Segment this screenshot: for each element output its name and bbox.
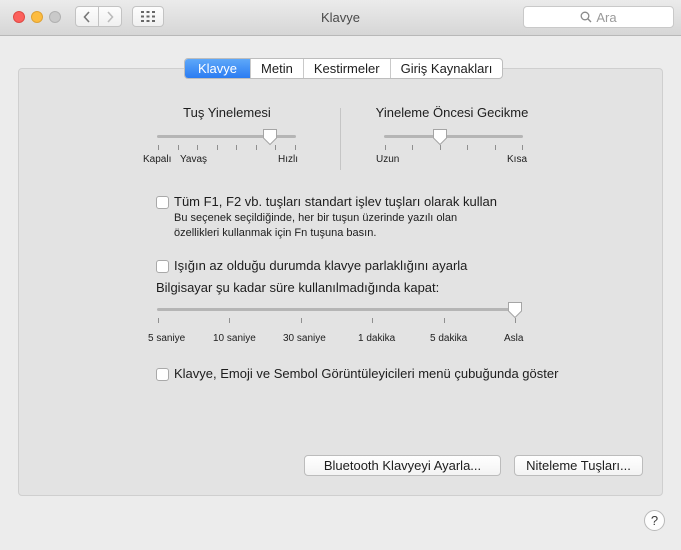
- delay-tick: [412, 145, 413, 150]
- backlight-label: Işığın az olduğu durumda klavye parlaklı…: [174, 258, 468, 273]
- idle-off-slider[interactable]: [157, 308, 516, 311]
- delay-label-short: Kısa: [507, 154, 528, 165]
- tab-shortcuts[interactable]: Kestirmeler: [302, 59, 390, 78]
- idle-off-label-10s: 10 saniye: [213, 333, 256, 344]
- key-repeat-slider-knob[interactable]: [262, 128, 278, 146]
- bluetooth-keyboard-setup-button[interactable]: Bluetooth Klavyeyi Ayarla...: [304, 455, 501, 476]
- delay-title: Yineleme Öncesi Gecikme: [375, 105, 529, 120]
- idle-off-slider-knob[interactable]: [507, 301, 523, 319]
- idle-off-tick: [444, 318, 445, 323]
- tab-bar: Klavye Metin Kestirmeler Giriş Kaynaklar…: [184, 58, 504, 79]
- delay-label-long: Uzun: [376, 154, 400, 165]
- search-field[interactable]: Ara: [523, 6, 674, 28]
- key-repeat-tick: [197, 145, 198, 150]
- key-repeat-tick: [236, 145, 237, 150]
- idle-off-tick: [229, 318, 230, 323]
- idle-off-label-1m: 1 dakika: [358, 333, 396, 344]
- idle-off-label-30s: 30 saniye: [283, 333, 326, 344]
- fn-keys-help-line2: özellikleri kullanmak için Fn tuşuna bas…: [174, 227, 377, 239]
- fn-keys-checkbox[interactable]: [156, 196, 169, 209]
- tab-keyboard[interactable]: Klavye: [185, 59, 251, 78]
- menu-viewer-checkbox[interactable]: [156, 368, 169, 381]
- delay-tick: [522, 145, 523, 150]
- key-repeat-tick: [178, 145, 179, 150]
- modifier-keys-button[interactable]: Niteleme Tuşları...: [514, 455, 643, 476]
- idle-off-tick: [301, 318, 302, 323]
- search-placeholder: Ara: [596, 9, 617, 25]
- key-repeat-label-slow: Yavaş: [180, 154, 208, 165]
- fn-keys-help-line1: Bu seçenek seçildiğinde, her bir tuşun ü…: [174, 212, 458, 224]
- idle-off-label-never: Asla: [504, 333, 524, 344]
- idle-off-label-5s: 5 saniye: [148, 333, 186, 344]
- delay-tick: [495, 145, 496, 150]
- delay-slider[interactable]: [384, 135, 523, 138]
- help-button[interactable]: ?: [644, 510, 665, 531]
- delay-tick: [385, 145, 386, 150]
- key-repeat-tick: [158, 145, 159, 150]
- idle-off-tick: [372, 318, 373, 323]
- help-icon: ?: [650, 513, 659, 528]
- tab-input-sources[interactable]: Giriş Kaynakları: [389, 59, 503, 78]
- key-repeat-tick: [295, 145, 296, 150]
- delay-tick: [467, 145, 468, 150]
- idle-off-tick: [158, 318, 159, 323]
- backlight-checkbox[interactable]: [156, 260, 169, 273]
- key-repeat-tick: [256, 145, 257, 150]
- delay-slider-knob[interactable]: [432, 128, 448, 146]
- tab-text[interactable]: Metin: [250, 59, 303, 78]
- search-icon: [580, 11, 592, 23]
- key-repeat-label-off: Kapalı: [143, 154, 172, 165]
- title-bar: Klavye Ara: [0, 0, 681, 36]
- menu-viewer-label: Klavye, Emoji ve Sembol Görüntüleyiciler…: [174, 366, 559, 381]
- fn-keys-label: Tüm F1, F2 vb. tuşları standart işlev tu…: [174, 194, 497, 209]
- idle-off-label-5m: 5 dakika: [430, 333, 468, 344]
- key-repeat-tick: [217, 145, 218, 150]
- key-repeat-label-fast: Hızlı: [278, 154, 298, 165]
- idle-off-title: Bilgisayar şu kadar süre kullanılmadığın…: [156, 280, 440, 295]
